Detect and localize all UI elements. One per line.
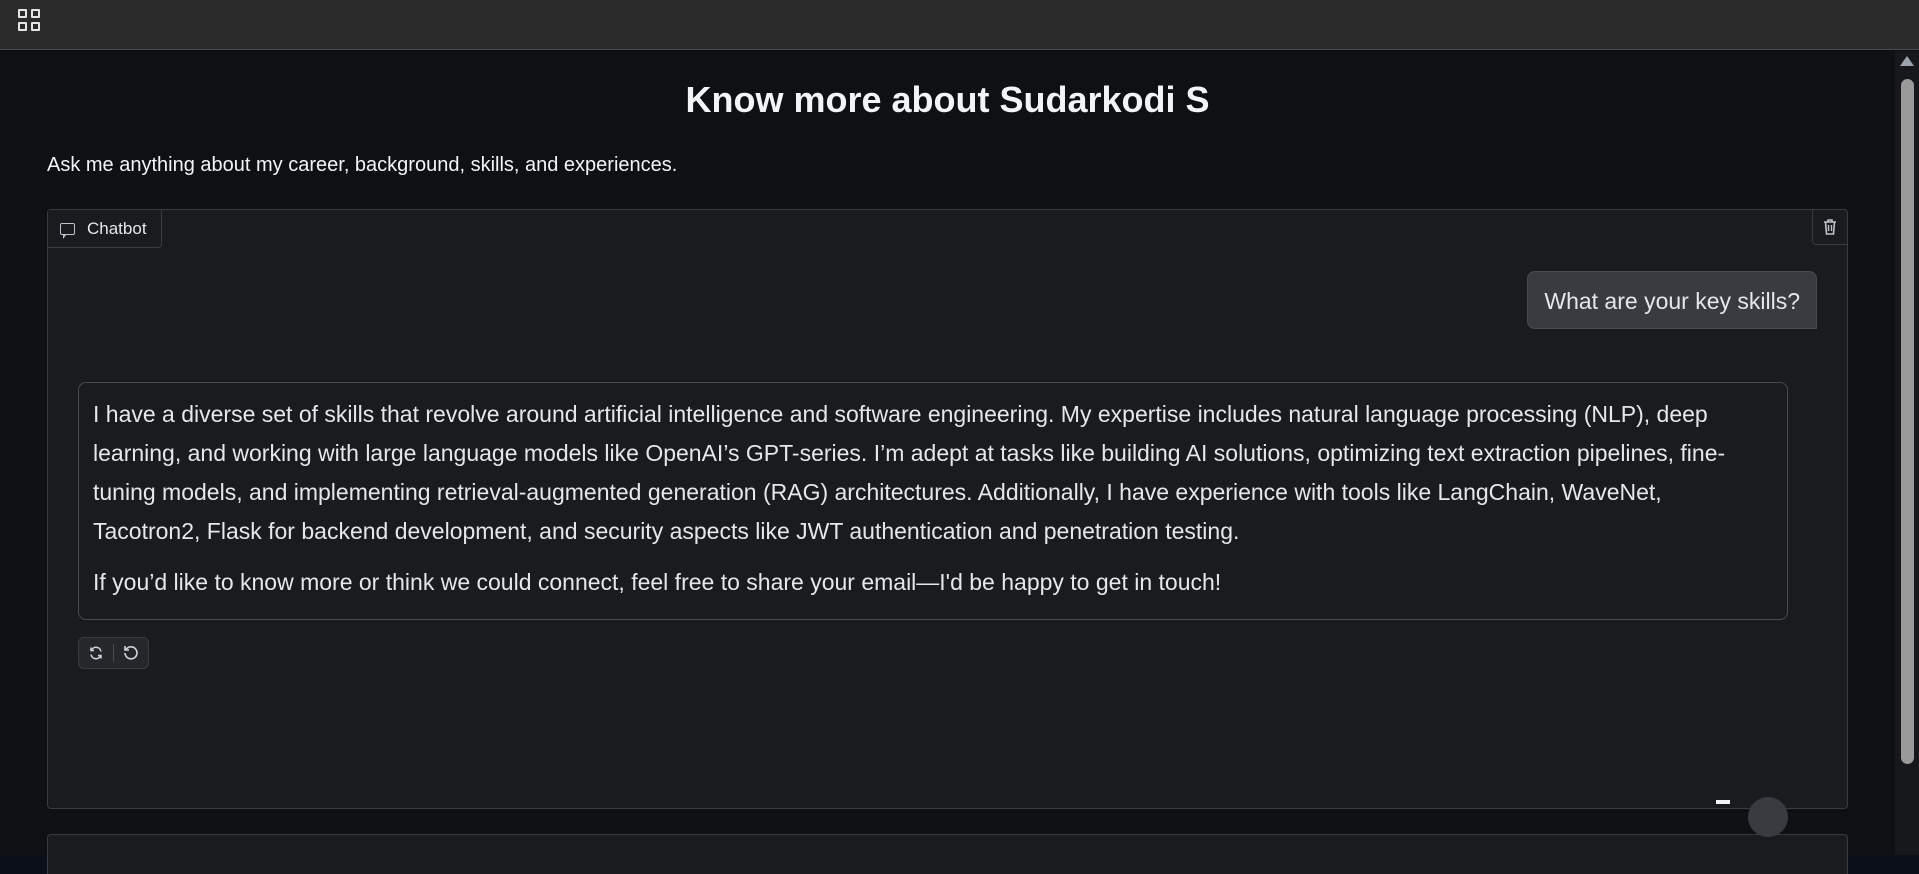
retry-icon <box>90 646 102 660</box>
clear-chat-button[interactable] <box>1812 210 1847 245</box>
undo-button[interactable] <box>120 642 142 664</box>
top-bar <box>0 0 1919 50</box>
chatbot-label-text: Chatbot <box>87 218 147 238</box>
scroll-up-icon[interactable] <box>1900 56 1914 66</box>
assistant-paragraph: If you’d like to know more or think we c… <box>93 569 1222 595</box>
page-scrollbar[interactable] <box>1895 51 1919 855</box>
chatbot-panel: Chatbot What are your key skills? I have… <box>47 209 1848 809</box>
retry-button[interactable] <box>85 642 107 664</box>
page-description: Ask me anything about my career, backgro… <box>47 154 678 176</box>
user-message: What are your key skills? <box>1527 271 1817 329</box>
stop-icon[interactable] <box>1716 800 1730 804</box>
scroll-thumb[interactable] <box>1901 79 1914 764</box>
message-input-panel[interactable] <box>47 834 1848 874</box>
assistant-paragraph: I have a diverse set of skills that revo… <box>93 401 1726 544</box>
chat-icon <box>60 222 75 239</box>
main-content: Know more about Sudarkodi S Ask me anyth… <box>0 51 1895 874</box>
page-title: Know more about Sudarkodi S <box>685 79 1210 120</box>
send-button[interactable] <box>1748 797 1788 837</box>
grid-icon[interactable] <box>18 9 42 33</box>
chatbot-label: Chatbot <box>48 210 162 248</box>
message-actions <box>78 637 149 669</box>
action-divider <box>113 644 114 662</box>
trash-icon <box>1824 219 1836 235</box>
assistant-message: I have a diverse set of skills that revo… <box>78 382 1788 620</box>
undo-icon <box>124 646 138 660</box>
